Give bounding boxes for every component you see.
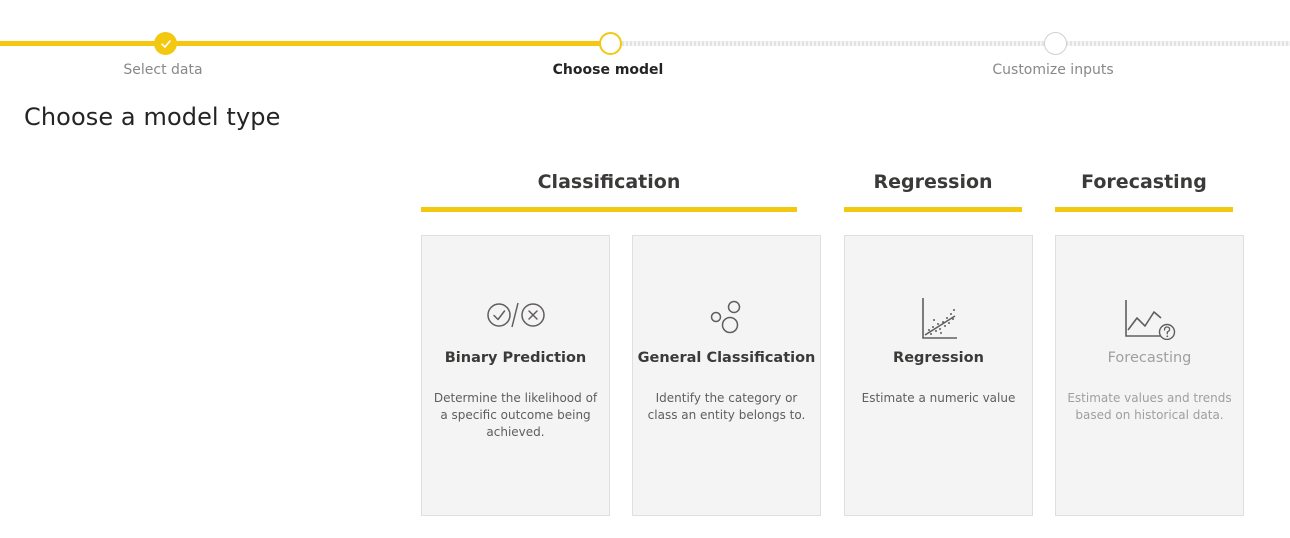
step-upcoming-marker: [1044, 32, 1067, 55]
category-forecasting: Forecasting: [1055, 168, 1233, 212]
progress-track-remaining: [610, 41, 1290, 46]
card-title: Regression: [893, 350, 984, 366]
card-description: Identify the category or class an entity…: [647, 391, 806, 422]
step-label-choose-model: Choose model: [552, 62, 664, 78]
page-title: Choose a model type: [24, 103, 281, 131]
line-chart-question-icon: [1056, 298, 1243, 340]
binary-check-cross-icon: [422, 298, 609, 338]
card-title: Binary Prediction: [444, 350, 587, 366]
model-card-regression[interactable]: Regression Estimate a numeric value: [844, 235, 1033, 516]
checkmark-icon: [160, 39, 171, 48]
step-label-customize-inputs: Customize inputs: [992, 62, 1114, 78]
step-label-select-data[interactable]: Select data: [43, 62, 283, 78]
step-complete-marker[interactable]: [154, 32, 177, 55]
card-title: General Classification: [637, 350, 816, 366]
bubbles-icon: [633, 298, 820, 338]
category-label: Classification: [537, 171, 681, 193]
scatter-plot-icon: [845, 298, 1032, 339]
model-card-binary-prediction[interactable]: Binary Prediction Determine the likeliho…: [421, 235, 610, 516]
category-classification: Classification: [421, 168, 797, 212]
step-current-marker: [599, 32, 622, 55]
card-description: Estimate a numeric value: [861, 391, 1016, 405]
category-underline: [844, 207, 1022, 212]
category-underline: [421, 207, 797, 212]
model-card-forecasting[interactable]: Forecasting Estimate values and trends b…: [1055, 235, 1244, 516]
category-underline: [1055, 207, 1233, 212]
category-label: Forecasting: [1081, 171, 1207, 193]
model-card-general-classification[interactable]: General Classification Identify the cate…: [632, 235, 821, 516]
category-regression: Regression: [844, 168, 1022, 212]
card-description: Estimate values and trends based on hist…: [1067, 391, 1232, 422]
card-description: Determine the likelihood of a specific o…: [433, 391, 598, 439]
progress-track-complete: [0, 41, 610, 46]
card-title: Forecasting: [1107, 350, 1192, 366]
category-label: Regression: [873, 171, 993, 193]
